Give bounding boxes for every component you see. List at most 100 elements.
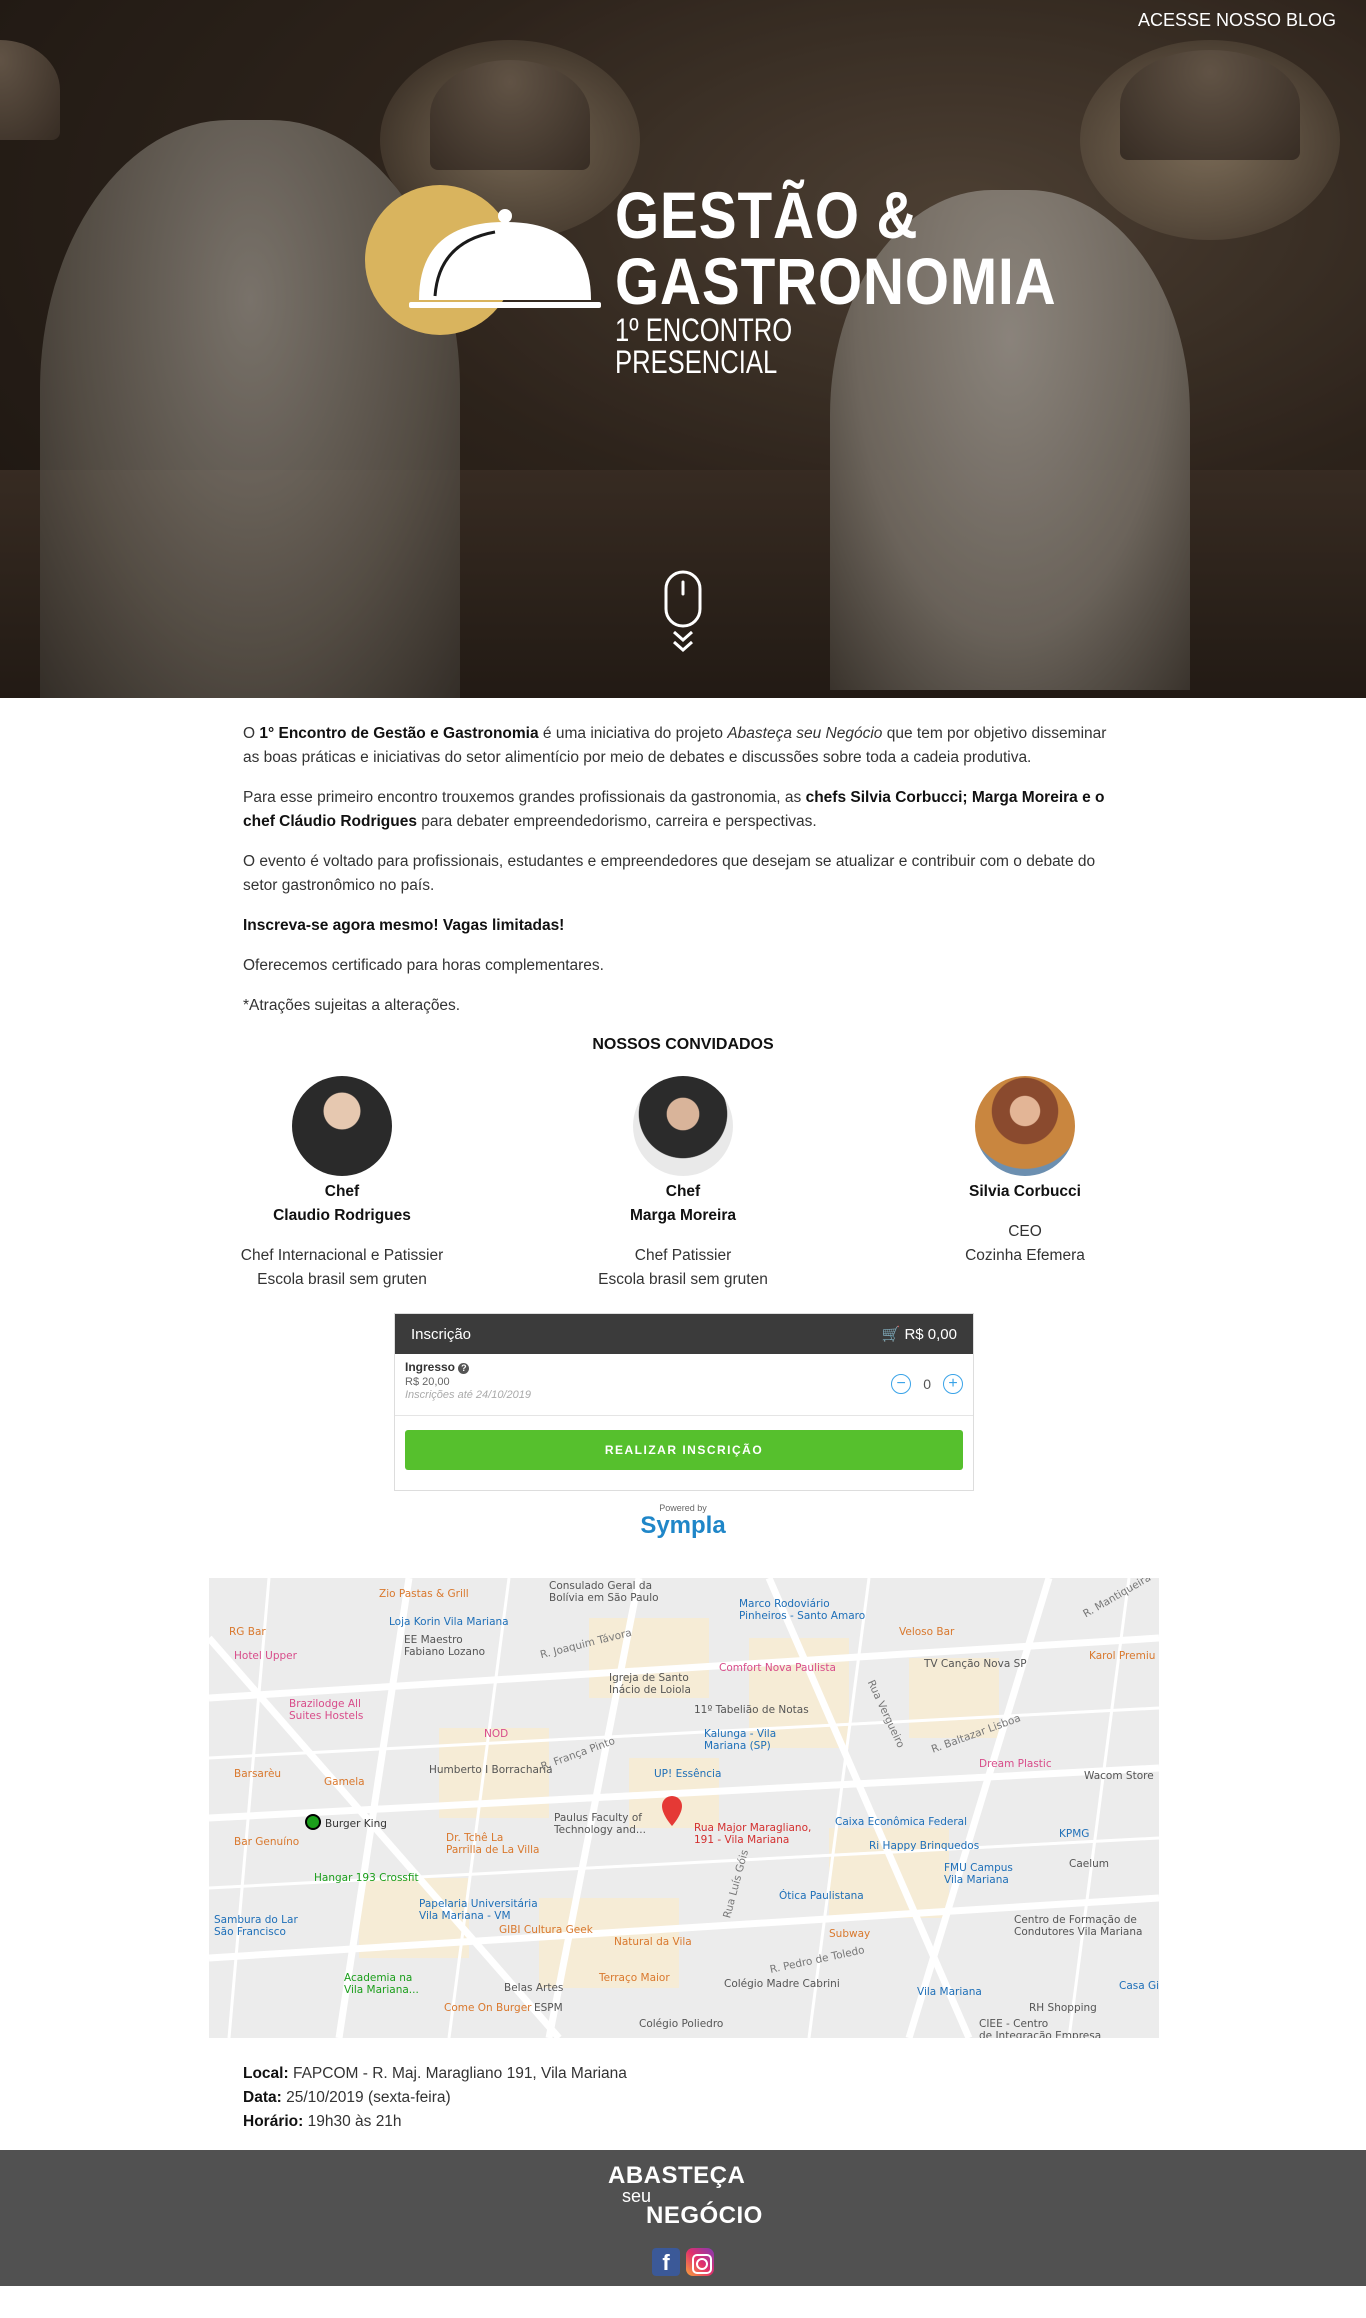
sympla-credit: Powered by Sympla bbox=[0, 1503, 1366, 1539]
guest-company: Escola brasil sem gruten bbox=[257, 1271, 427, 1288]
guests-paragraph: Para esse primeiro encontro trouxemos gr… bbox=[243, 789, 1105, 830]
map-label: KPMG bbox=[1059, 1828, 1090, 1840]
guest-role: Chef Internacional e Patissier bbox=[240, 1247, 444, 1264]
map-streets bbox=[209, 1578, 1159, 2038]
map-label: Dr. Tchê La bbox=[446, 1832, 504, 1844]
guest-role: Chef Patissier bbox=[634, 1247, 732, 1264]
map-label: Ótica Paulistana bbox=[779, 1890, 864, 1902]
intro-paragraph: O 1° Encontro de Gestão e Gastronomia é … bbox=[243, 725, 1107, 766]
minus-icon[interactable]: − bbox=[891, 1374, 912, 1394]
map-label: FMU Campus bbox=[944, 1862, 1013, 1874]
map-label: Pinheiros - Santo Amaro bbox=[739, 1610, 866, 1622]
footer: ABASTEÇA seu NEGÓCIO f bbox=[0, 2150, 1366, 2286]
instagram-icon[interactable] bbox=[686, 2248, 714, 2276]
map-label: RG Bar bbox=[229, 1626, 266, 1638]
cloche-icon bbox=[409, 209, 601, 308]
ticket-deadline: Inscrições até 24/10/2019 bbox=[405, 1389, 531, 1401]
cart-icon: 🛒 bbox=[881, 1326, 901, 1343]
help-icon[interactable]: ? bbox=[458, 1363, 470, 1374]
map-label: 191 - Vila Mariana bbox=[694, 1834, 790, 1846]
map-label: Marco Rodoviário bbox=[739, 1598, 830, 1610]
map-label: Belas Artes bbox=[504, 1982, 564, 1994]
guest-role: CEO bbox=[1008, 1223, 1042, 1240]
guest-name: Chef bbox=[324, 1183, 360, 1200]
guest-name: Chef bbox=[665, 1183, 701, 1200]
map-label: São Francisco bbox=[214, 1926, 286, 1938]
map-label: Burger King bbox=[325, 1818, 387, 1830]
guest-name: Claudio Rodrigues bbox=[273, 1207, 411, 1224]
map-label: Wacom Store bbox=[1084, 1770, 1154, 1782]
event-location: Local: FAPCOM - R. Maj. Maragliano 191, … bbox=[243, 2065, 627, 2082]
map-label: Vila Mariana bbox=[944, 1874, 1009, 1886]
map-label: Karol Premiu bbox=[1089, 1650, 1156, 1662]
map-label: Subway bbox=[829, 1928, 871, 1940]
map-label: Bar Genuíno bbox=[234, 1836, 300, 1848]
guest-card: Chef Marga Moreira Chef Patissier Escola… bbox=[553, 1076, 813, 1292]
map-label: Inácio de Loiola bbox=[609, 1684, 691, 1696]
map-label: Rua Major Maragliano, bbox=[694, 1822, 812, 1834]
map-label: Brazilodge All bbox=[289, 1698, 361, 1710]
map-label: Hotel Upper bbox=[234, 1650, 297, 1662]
map-label: Vila Mariana bbox=[917, 1986, 982, 1998]
cta-paragraph: Inscreva-se agora mesmo! Vagas limitadas… bbox=[243, 917, 565, 934]
map-label: Come On Burger bbox=[444, 2002, 532, 2014]
map-label: TV Canção Nova SP bbox=[924, 1658, 1027, 1670]
avatar bbox=[633, 1076, 733, 1176]
map-label: Veloso Bar bbox=[899, 1626, 955, 1638]
guest-card: Chef Claudio Rodrigues Chef Internaciona… bbox=[212, 1076, 472, 1292]
map-label: UP! Essência bbox=[654, 1768, 722, 1780]
widget-title: Inscrição bbox=[411, 1325, 472, 1343]
map-label: Ri Happy Brinquedos bbox=[869, 1840, 980, 1852]
audience-paragraph: O evento é voltado para profissionais, e… bbox=[243, 853, 1096, 894]
map-label: Igreja de Santo bbox=[609, 1672, 689, 1684]
map-label: Humberto I Borracharia bbox=[429, 1764, 553, 1776]
location-map[interactable]: Zio Pastas & Grill Consulado Geral da Bo… bbox=[209, 1578, 1159, 2038]
map-label: RH Shopping bbox=[1029, 2002, 1097, 2014]
logo-title-line1: GESTÃO & bbox=[615, 178, 919, 252]
ticket-price: R$ 20,00 bbox=[405, 1376, 450, 1388]
certificate-paragraph: Oferecemos certificado para horas comple… bbox=[243, 957, 604, 974]
map-label: Vila Mariana - VM bbox=[419, 1910, 511, 1922]
map-label: Papelaria Universitária bbox=[419, 1898, 538, 1910]
map-label: Vila Mariana... bbox=[344, 1984, 419, 1996]
guest-name: Silvia Corbucci bbox=[969, 1183, 1081, 1200]
map-label: Bolívia em São Paulo bbox=[549, 1592, 659, 1604]
abasteca-logo[interactable]: ABASTEÇA seu NEGÓCIO bbox=[608, 2162, 762, 2229]
map-label: Colégio Poliedro bbox=[639, 2018, 724, 2030]
logo-title-line2: GASTRONOMIA bbox=[615, 244, 1057, 318]
quantity-stepper: − 0 + bbox=[891, 1374, 963, 1394]
sympla-logo[interactable]: Sympla bbox=[0, 1512, 1366, 1539]
event-logo: GESTÃO & GASTRONOMIA 1º ENCONTRO PRESENC… bbox=[365, 178, 1056, 378]
scroll-down-icon[interactable] bbox=[663, 570, 703, 660]
map-label: Dream Plastic bbox=[979, 1758, 1052, 1770]
map-label: Barsarèu bbox=[234, 1768, 282, 1780]
map-label: CIEE - Centro bbox=[979, 2018, 1049, 2030]
map-label: Sambura do Lar bbox=[214, 1914, 298, 1926]
map-label: Caelum bbox=[1069, 1858, 1110, 1870]
map-label: Hangar 193 Crossfit bbox=[314, 1872, 419, 1884]
register-button[interactable]: REALIZAR INSCRIÇÃO bbox=[405, 1430, 963, 1470]
map-label: Mariana (SP) bbox=[704, 1740, 771, 1752]
guest-name: Marga Moreira bbox=[630, 1207, 736, 1224]
map-label: Condutores Vila Mariana bbox=[1014, 1926, 1143, 1938]
plus-icon[interactable]: + bbox=[943, 1374, 963, 1394]
ticket-row: Ingresso ? R$ 20,00 Inscrições até 24/10… bbox=[395, 1354, 973, 1416]
facebook-icon[interactable]: f bbox=[652, 2248, 680, 2276]
map-label: Centro de Formação de bbox=[1014, 1914, 1137, 1926]
map-label: Loja Korin Vila Mariana bbox=[389, 1616, 509, 1628]
map-label: Gamela bbox=[324, 1776, 365, 1788]
avatar bbox=[975, 1076, 1075, 1176]
map-label: Parrilla de La Villa bbox=[446, 1844, 540, 1856]
map-label: Kalunga - Vila bbox=[704, 1728, 777, 1740]
logo-subtitle: 1º ENCONTRO PRESENCIAL bbox=[615, 312, 793, 380]
map-label: NOD bbox=[484, 1728, 509, 1740]
map-label: Caixa Econômica Federal bbox=[835, 1816, 967, 1828]
blog-link[interactable]: ACESSE NOSSO BLOG bbox=[1138, 10, 1336, 31]
guest-card: Silvia Corbucci CEO Cozinha Efemera bbox=[895, 1076, 1155, 1268]
map-label: Casa Gi bbox=[1119, 1980, 1159, 1992]
event-time: Horário: 19h30 às 21h bbox=[243, 2113, 402, 2130]
map-label: Paulus Faculty of bbox=[554, 1812, 642, 1824]
quantity-value: 0 bbox=[923, 1376, 931, 1392]
guest-company: Escola brasil sem gruten bbox=[598, 1271, 768, 1288]
map-label: Comfort Nova Paulista bbox=[719, 1662, 836, 1674]
